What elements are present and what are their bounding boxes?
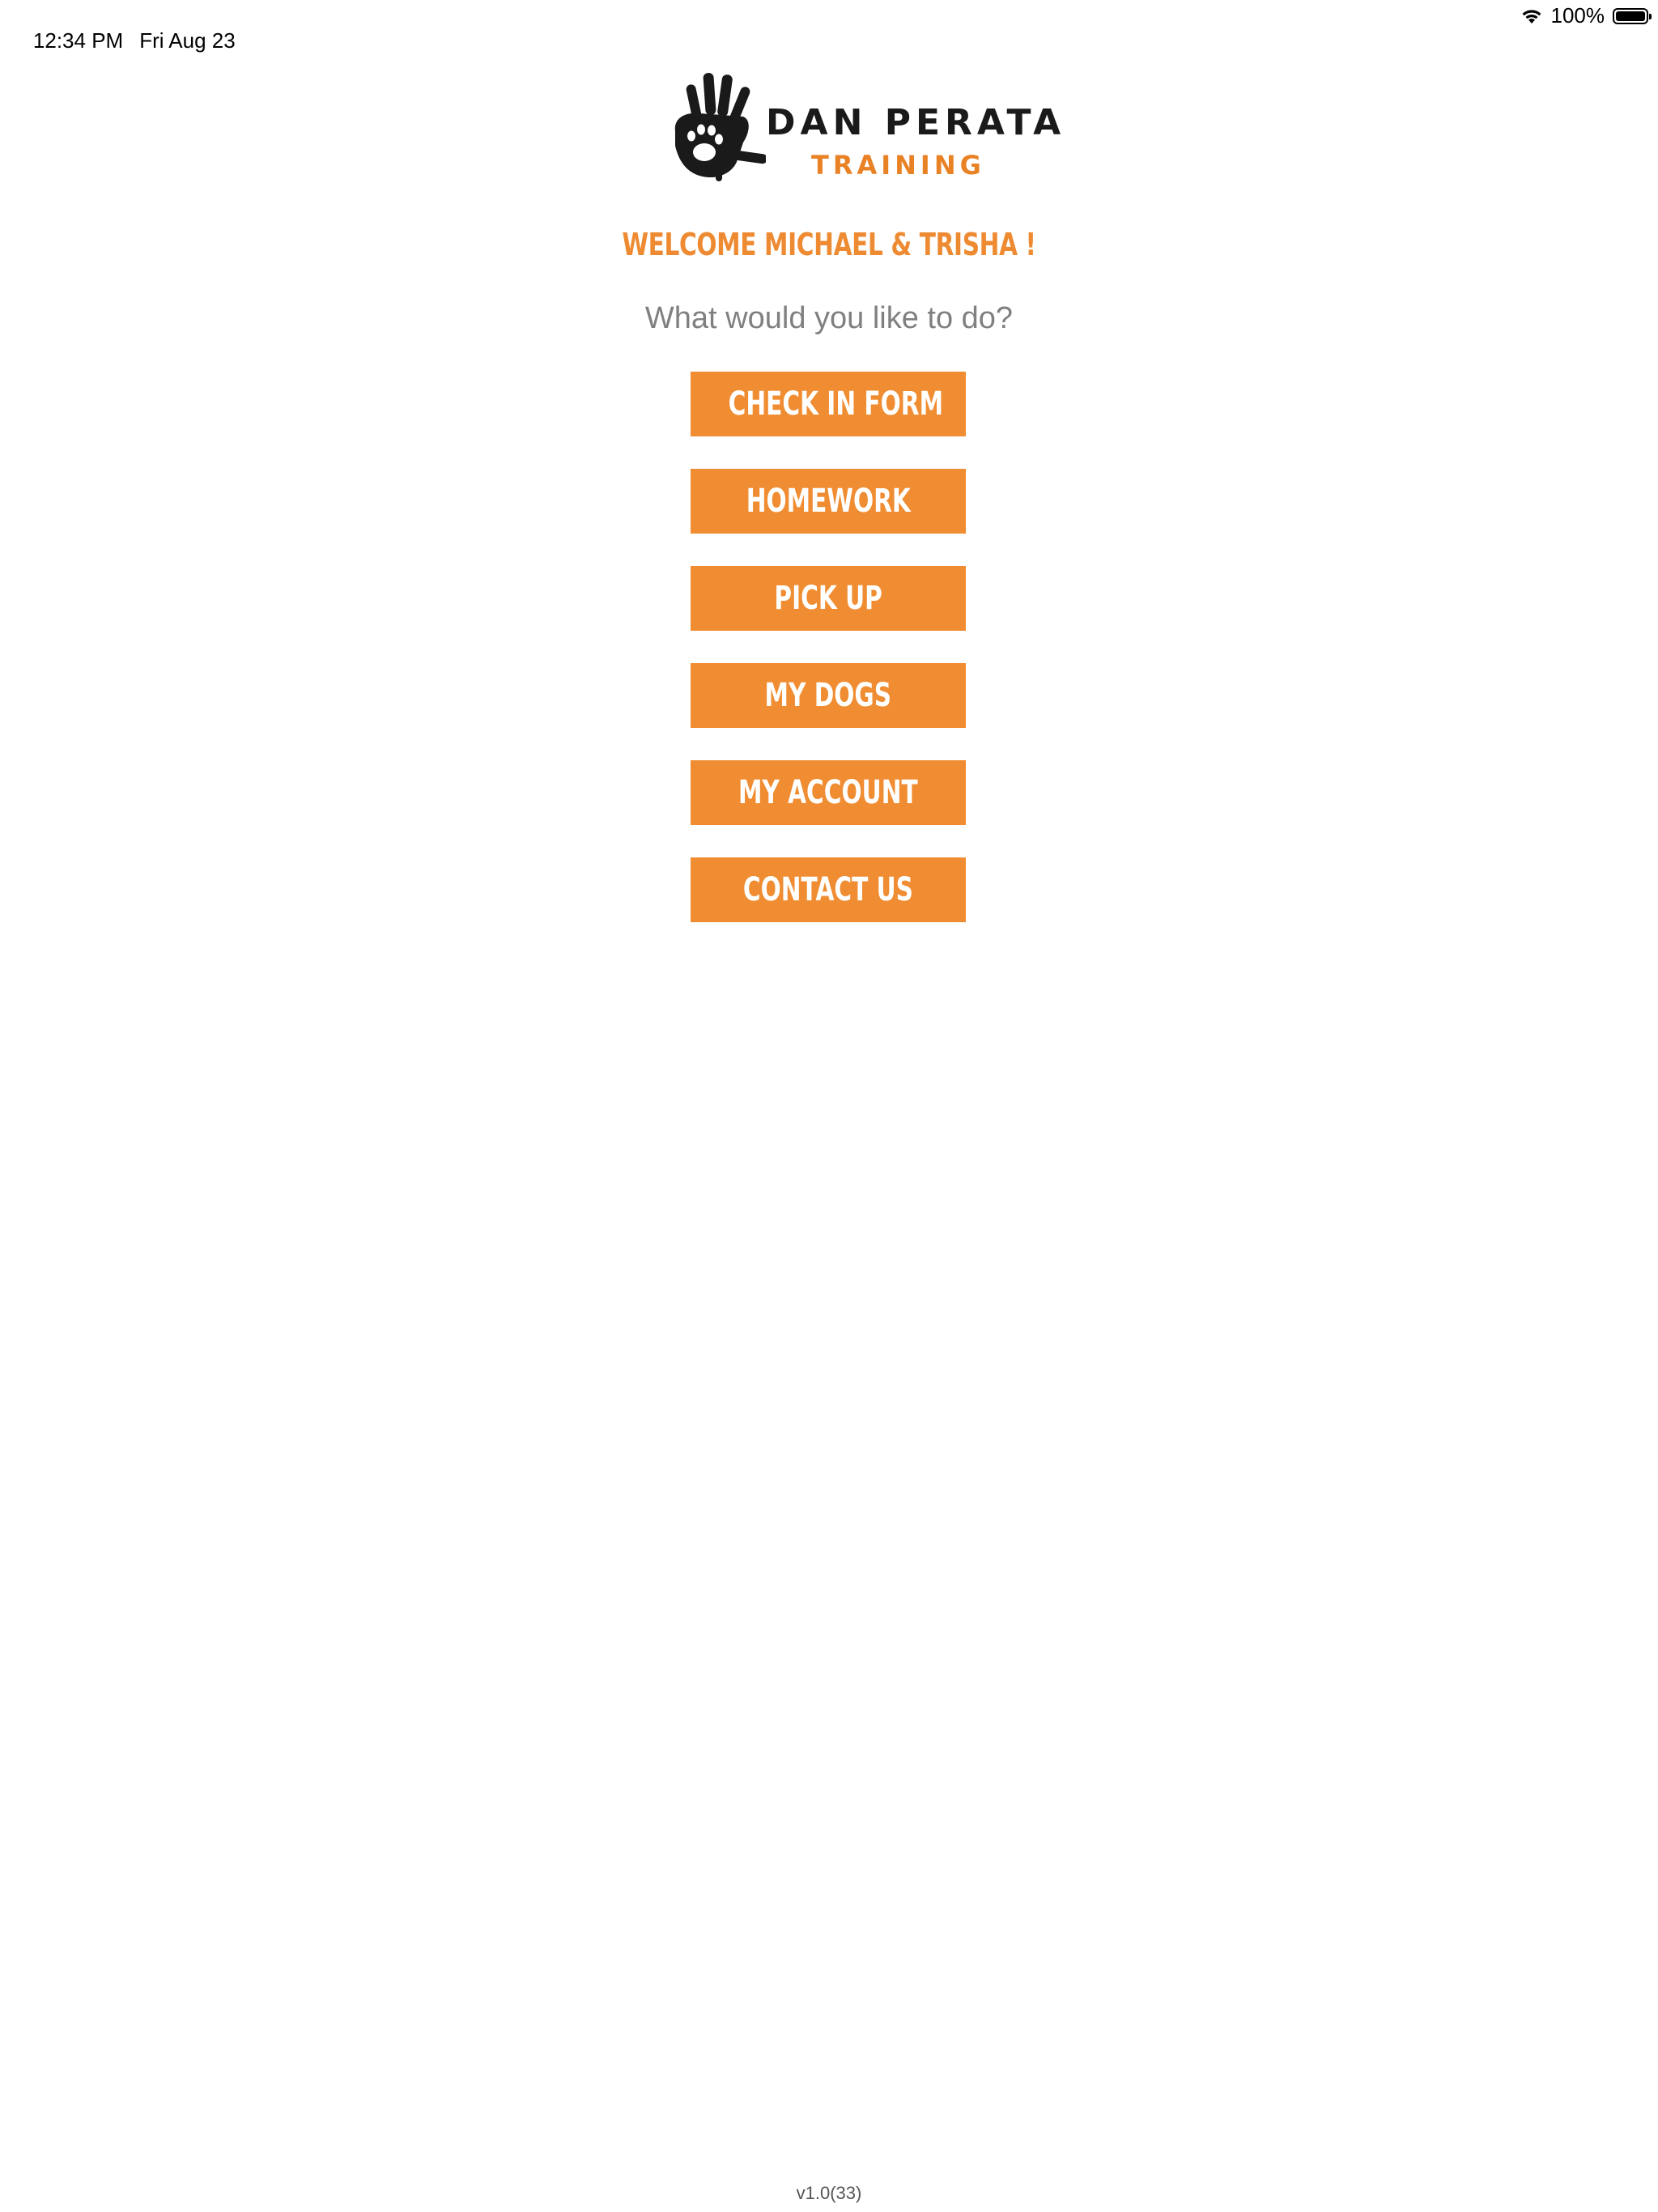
logo-subtitle: TRAINING (811, 150, 985, 181)
battery-nub (1649, 13, 1652, 19)
my-account-button[interactable]: MY ACCOUNT (691, 760, 966, 825)
prompt-text: What would you like to do? (644, 301, 1014, 335)
check-in-form-label: CHECK IN FORM (728, 385, 944, 423)
pick-up-label: PICK UP (774, 580, 882, 617)
pick-up-button[interactable]: PICK UP (691, 566, 966, 631)
handprint-icon (674, 72, 766, 181)
check-in-form-button[interactable]: CHECK IN FORM (691, 372, 966, 436)
my-account-label: MY ACCOUNT (738, 774, 918, 811)
battery-fill (1616, 11, 1645, 21)
logo-title: DAN PERATA (766, 102, 1066, 143)
wifi-icon (1520, 7, 1543, 25)
my-dogs-label: MY DOGS (764, 677, 892, 714)
battery-percent: 100% (1550, 3, 1605, 28)
status-date: Fri Aug 23 (139, 28, 236, 53)
main-menu: CHECK IN FORM HOMEWORK PICK UP MY DOGS M… (691, 372, 966, 955)
contact-us-button[interactable]: CONTACT US (691, 857, 966, 922)
brand-logo: DAN PERATA TRAINING (669, 65, 1061, 186)
status-time: 12:34 PM (32, 28, 124, 53)
battery-icon (1613, 7, 1652, 24)
homework-label: HOMEWORK (746, 483, 911, 520)
contact-us-label: CONTACT US (742, 871, 914, 908)
welcome-heading: WELCOME MICHAEL & TRISHA ! (622, 227, 1036, 262)
homework-button[interactable]: HOMEWORK (691, 469, 966, 534)
status-left: 12:34 PM Fri Aug 23 (10, 3, 252, 79)
my-dogs-button[interactable]: MY DOGS (691, 663, 966, 728)
status-bar: 12:34 PM Fri Aug 23 100% (0, 0, 1658, 53)
version-label: v1.0(33) (796, 2183, 862, 2203)
status-right: 100% (1520, 3, 1652, 28)
